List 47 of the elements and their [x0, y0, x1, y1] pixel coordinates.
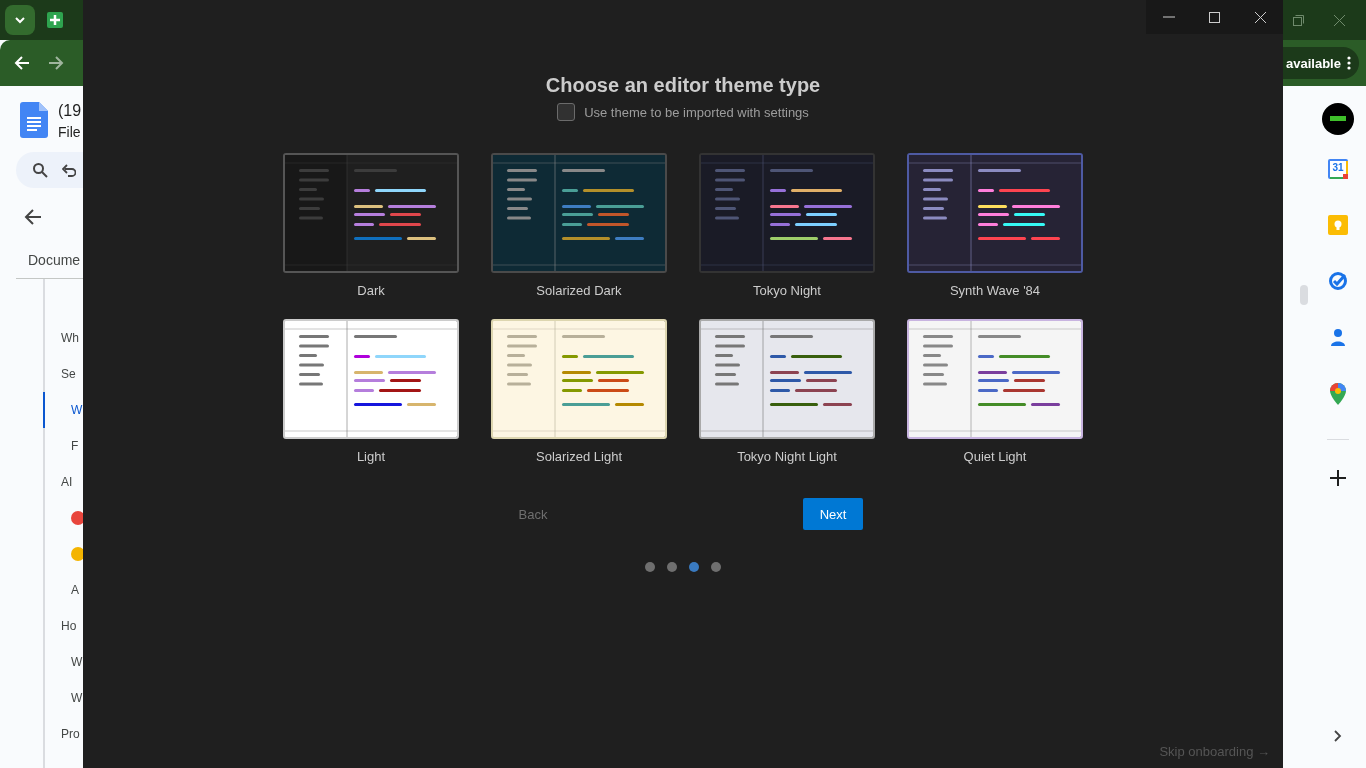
theme-label: Quiet Light — [963, 449, 1027, 464]
restore-icon[interactable] — [1293, 14, 1304, 26]
update-button[interactable]: available — [1283, 47, 1359, 79]
tab-list-button[interactable] — [5, 5, 35, 35]
outline-item[interactable]: A — [43, 572, 83, 608]
outline-item[interactable]: W — [43, 680, 83, 716]
forward-arrow-icon[interactable] — [48, 55, 64, 71]
menu-item[interactable]: File — [58, 124, 82, 140]
theme-label: Solarized Light — [536, 449, 622, 464]
outline-item[interactable]: Se — [43, 356, 83, 392]
theme-label: Light — [356, 449, 386, 464]
checkbox-label[interactable]: Use theme to be imported with settings — [584, 104, 809, 120]
theme-label: Tokyo Night Light — [737, 449, 837, 464]
outline-item[interactable]: Ho — [43, 608, 83, 644]
search-icon[interactable] — [32, 162, 48, 178]
maximize-icon — [1209, 11, 1220, 23]
minimize-icon — [1162, 16, 1175, 18]
scrollbar-thumb[interactable] — [1300, 285, 1308, 305]
avatar-icon[interactable] — [1322, 103, 1354, 135]
checkbox[interactable] — [557, 103, 576, 121]
outline-item[interactable]: W — [43, 644, 83, 680]
chevron-right-icon[interactable] — [1334, 730, 1342, 742]
calendar-icon[interactable]: 31 — [1328, 159, 1348, 179]
outline-item[interactable]: Pro — [43, 716, 83, 752]
more-icon — [1346, 56, 1351, 70]
back-arrow-icon[interactable] — [24, 208, 42, 226]
plus-icon[interactable] — [1330, 470, 1346, 486]
theme-label: Tokyo Night — [753, 283, 821, 298]
close-icon[interactable] — [1334, 14, 1345, 26]
dialog-title: Choose an editor theme type — [545, 74, 821, 97]
undo-icon[interactable] — [62, 163, 76, 177]
theme-label: Synth Wave '84 — [949, 283, 1041, 298]
task-check-icon[interactable] — [1328, 271, 1348, 291]
document-title[interactable]: (19 — [58, 102, 82, 120]
document-icon[interactable] — [20, 102, 48, 138]
spreadsheet-icon[interactable] — [47, 12, 63, 28]
person-icon[interactable] — [1328, 327, 1348, 347]
chevron-down-icon — [14, 16, 26, 24]
close-icon — [1254, 11, 1266, 23]
map-pin-icon[interactable] — [1330, 383, 1346, 405]
outline-item[interactable]: Wh — [43, 320, 83, 356]
tab-label[interactable]: Docume — [28, 252, 83, 278]
outline-item[interactable]: AI — [43, 464, 83, 500]
theme-label: Dark — [357, 283, 385, 298]
outline-item[interactable]: F — [43, 428, 83, 464]
theme-label: Solarized Dark — [536, 283, 622, 298]
next-button[interactable]: Next — [803, 498, 863, 530]
